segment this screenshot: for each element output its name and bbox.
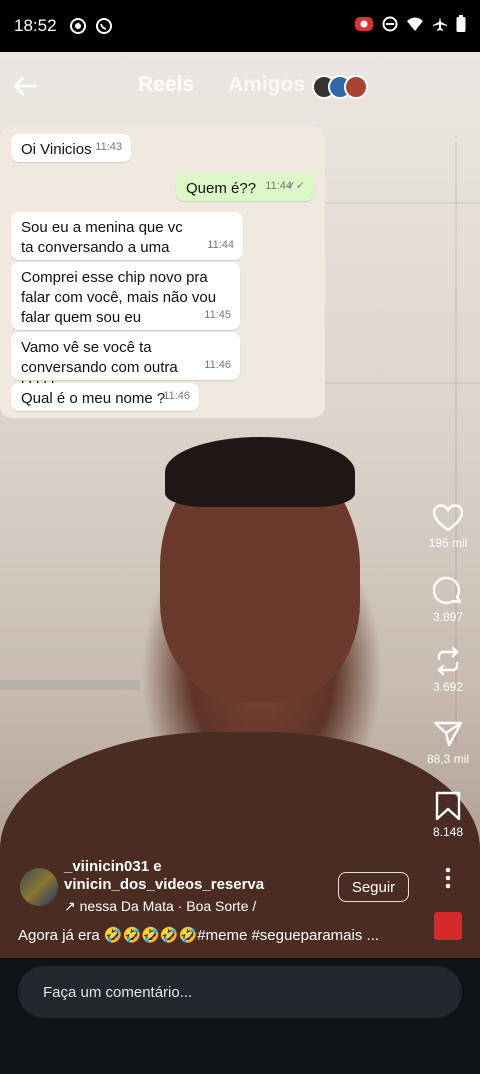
bookmark-icon — [413, 791, 480, 821]
send-icon — [413, 720, 480, 748]
chat-screenshot: Oi Vinicios 11:43 Quem é?? 11:44 ✓✓ Sou … — [0, 126, 325, 418]
tab-amigos[interactable]: Amigos — [228, 73, 305, 97]
friend-avatar — [344, 75, 368, 99]
save-count: 8.148 — [432, 825, 464, 839]
comment-icon — [413, 576, 480, 606]
message-text: Comprei esse chip novo pra falar com voc… — [21, 269, 217, 326]
username-1[interactable]: _viinicin031 e — [64, 858, 162, 875]
save-button[interactable]: 8.148 — [413, 791, 480, 839]
message-time: 11:46 — [163, 390, 190, 402]
chat-message: Vamo vê se você ta conversando com outra… — [11, 332, 240, 396]
message-time: 11:45 — [204, 309, 231, 321]
comment-button[interactable]: 3.897 — [413, 576, 480, 624]
trend-arrow-icon: ↗ — [64, 898, 76, 914]
share-count: 88,3 mil — [426, 752, 470, 766]
more-options-icon[interactable] — [440, 866, 456, 890]
message-time: 11:46 — [204, 359, 231, 371]
like-button[interactable]: 195 mil — [413, 504, 480, 550]
follow-button[interactable]: Seguir — [338, 872, 409, 902]
wifi-icon — [406, 16, 424, 37]
repost-icon — [413, 646, 480, 676]
share-button[interactable]: 88,3 mil — [413, 720, 480, 766]
comment-input[interactable]: Faça um comentário... — [18, 966, 462, 1018]
heart-icon — [413, 504, 480, 532]
comment-count: 3.897 — [432, 610, 464, 624]
repost-button[interactable]: 3.692 — [413, 646, 480, 694]
chat-message: Qual é o meu nome ? 11:46 — [11, 383, 199, 411]
message-text: Quem é?? — [186, 180, 257, 197]
screen-record-icon — [354, 15, 374, 38]
message-text: Oi Vinicios — [21, 141, 92, 158]
chat-message: Oi Vinicios 11:43 — [11, 134, 131, 162]
like-count: 195 mil — [428, 536, 468, 550]
double-check-icon: ✓✓ — [286, 180, 305, 192]
message-text: Qual é o meu nome ? — [21, 390, 166, 407]
top-navigation: Reels Amigos — [0, 60, 480, 112]
status-time: 18:52 — [14, 16, 57, 35]
dnd-icon — [382, 16, 398, 37]
status-bar: 18:52 — [0, 0, 480, 52]
back-arrow-icon[interactable] — [12, 74, 38, 98]
chat-message-outgoing: Quem é?? 11:44 ✓✓ — [176, 173, 314, 201]
record-icon — [69, 17, 87, 35]
whatsapp-icon — [95, 17, 113, 35]
comment-placeholder: Faça um comentário... — [43, 983, 193, 1001]
repost-count: 3.692 — [432, 680, 464, 694]
audio-thumbnail[interactable] — [434, 912, 462, 940]
username-2[interactable]: vinicin_dos_videos_reserva — [64, 876, 264, 893]
battery-icon — [456, 14, 466, 38]
message-time: 11:44 — [207, 239, 234, 251]
message-time: 11:43 — [95, 141, 122, 153]
chat-message: Sou eu a menina que vc ta conversando a … — [11, 212, 243, 276]
airplane-icon — [432, 16, 448, 37]
music-info[interactable]: ↗ nessa Da Mata · Boa Sorte / — [64, 898, 256, 915]
avatar[interactable] — [20, 868, 58, 906]
tab-reels[interactable]: Reels — [138, 73, 194, 97]
chat-message: Comprei esse chip novo pra falar com voc… — [11, 262, 240, 330]
post-caption[interactable]: Agora já era 🤣🤣🤣🤣🤣#meme #segueparamais .… — [18, 926, 378, 944]
music-label: nessa Da Mata · Boa Sorte / — [79, 898, 257, 914]
